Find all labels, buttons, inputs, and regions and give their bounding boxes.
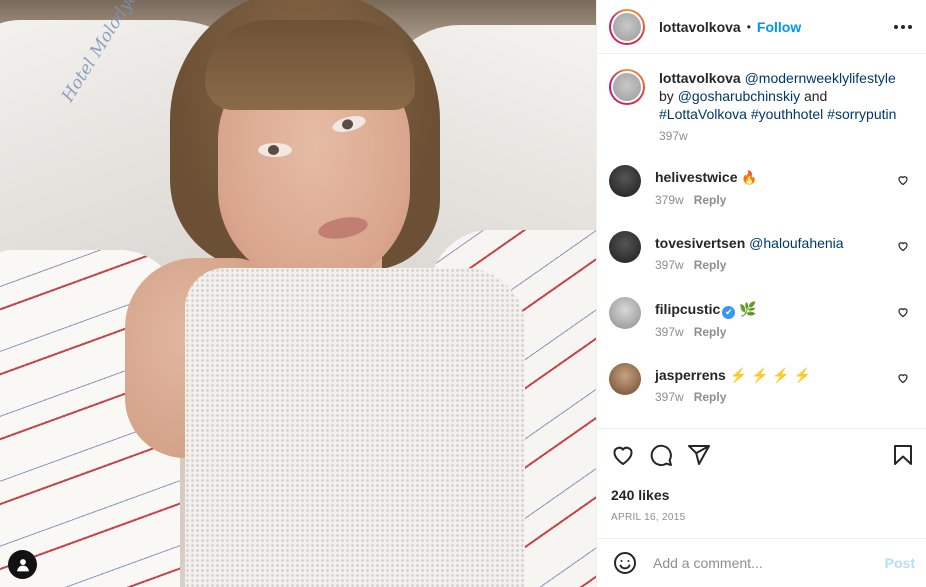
reply-button[interactable]: Reply — [694, 325, 727, 339]
separator-dot: • — [746, 19, 751, 34]
more-icon[interactable] — [894, 24, 912, 29]
caption-timestamp[interactable]: 397w — [659, 129, 911, 143]
avatar[interactable] — [609, 231, 641, 263]
avatar[interactable] — [609, 8, 645, 45]
leaf-emoji: 🌿 — [739, 301, 757, 317]
person-icon[interactable] — [8, 550, 37, 579]
hashtag-link[interactable]: #youthhotel — [751, 106, 823, 122]
post-date: APRIL 16, 2015 — [611, 512, 686, 523]
comment-item: tovesivertsen @haloufahenia 397w Reply — [609, 231, 911, 297]
avatar[interactable] — [609, 165, 641, 197]
small-heart-icon[interactable] — [897, 306, 909, 318]
reply-button[interactable]: Reply — [694, 258, 727, 272]
avatar[interactable] — [609, 363, 641, 395]
caption-word: by — [659, 88, 674, 104]
eye — [258, 143, 292, 157]
comment-timestamp[interactable]: 397w — [655, 258, 684, 272]
post-header: lottavolkova • Follow — [597, 0, 926, 54]
small-heart-icon[interactable] — [897, 174, 909, 186]
post-dialog: Hotel Molodyozhny lottavolkova • Follow — [0, 0, 926, 587]
comment-timestamp[interactable]: 397w — [655, 390, 684, 404]
reply-button[interactable]: Reply — [694, 193, 727, 207]
comment-username[interactable]: tovesivertsen — [655, 235, 745, 251]
avatar[interactable] — [609, 69, 645, 105]
post-actions: 240 likes APRIL 16, 2015 — [597, 428, 926, 523]
post-comment-button[interactable]: Post — [885, 555, 915, 571]
bookmark-icon[interactable] — [891, 443, 915, 467]
comment-icon[interactable] — [649, 443, 673, 467]
follow-button[interactable]: Follow — [757, 19, 801, 35]
mention-link[interactable]: @modernweeklylifestyle — [745, 70, 896, 86]
avatar[interactable] — [609, 297, 641, 329]
header-username[interactable]: lottavolkova — [659, 19, 741, 35]
share-icon[interactable] — [687, 443, 711, 467]
comments-list[interactable]: lottavolkova @modernweeklylifestyle by @… — [597, 55, 926, 428]
comment-item: helivestwice 🔥 379w Reply — [609, 165, 911, 231]
small-heart-icon[interactable] — [897, 372, 909, 384]
mention-link[interactable]: @gosharubchinskiy — [678, 88, 800, 104]
heart-icon[interactable] — [611, 443, 635, 467]
reply-button[interactable]: Reply — [694, 390, 727, 404]
lightning-emoji: ⚡ ⚡ ⚡ ⚡ — [729, 367, 812, 383]
emoji-icon[interactable] — [613, 551, 637, 575]
small-heart-icon[interactable] — [897, 240, 909, 252]
add-comment-bar: Post — [597, 538, 926, 587]
comment-timestamp[interactable]: 379w — [655, 193, 684, 207]
verified-badge-icon: ✔ — [722, 306, 736, 319]
caption-word: and — [803, 88, 828, 104]
comment-username[interactable]: jasperrens — [655, 367, 726, 383]
caption-username[interactable]: lottavolkova — [659, 70, 741, 86]
fringe — [205, 20, 415, 110]
post-image[interactable]: Hotel Molodyozhny — [0, 0, 596, 587]
post-side-panel: lottavolkova • Follow lottavolkova @mode… — [596, 0, 926, 587]
comment-username[interactable]: helivestwice — [655, 169, 738, 185]
comment-username[interactable]: filipcustic — [655, 301, 720, 317]
comment-item: filipcustic ✔ 🌿 397w Reply — [609, 297, 911, 363]
caption: lottavolkova @modernweeklylifestyle by @… — [609, 69, 911, 143]
mesh-tank-top — [185, 268, 525, 587]
likes-count[interactable]: 240 likes — [611, 487, 915, 503]
mention-link[interactable]: @haloufahenia — [749, 235, 843, 251]
hashtag-link[interactable]: #sorryputin — [827, 106, 896, 122]
hashtag-link[interactable]: #LottaVolkova — [659, 106, 747, 122]
comment-timestamp[interactable]: 397w — [655, 325, 684, 339]
fire-emoji: 🔥 — [741, 170, 758, 185]
comment-item: jasperrens ⚡ ⚡ ⚡ ⚡ 397w Reply — [609, 363, 911, 428]
caption-text: lottavolkova @modernweeklylifestyle by @… — [659, 69, 911, 123]
comment-input[interactable] — [653, 555, 885, 571]
